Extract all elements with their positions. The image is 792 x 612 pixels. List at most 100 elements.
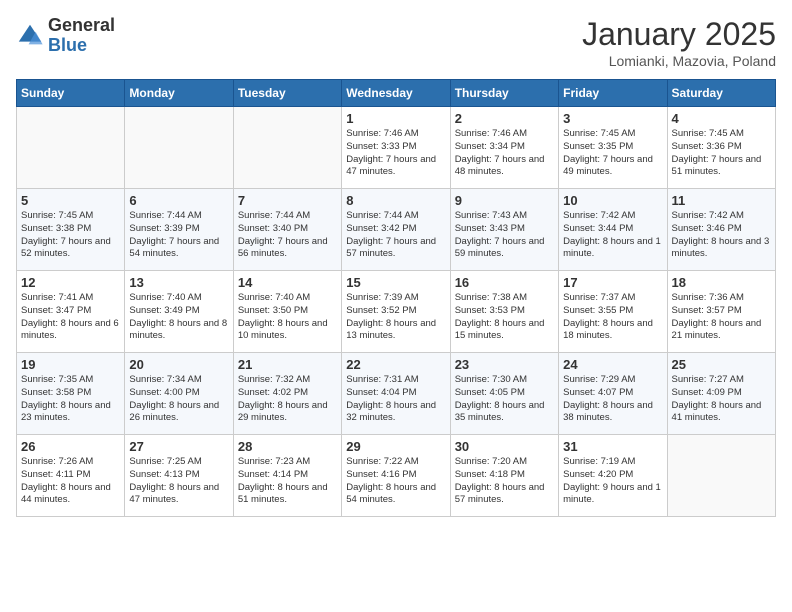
location: Lomianki, Mazovia, Poland [582, 53, 776, 69]
day-number: 27 [129, 439, 228, 454]
weekday-header-cell: Thursday [450, 80, 558, 107]
day-number: 22 [346, 357, 445, 372]
cell-info: Sunrise: 7:38 AM Sunset: 3:53 PM Dayligh… [455, 292, 554, 343]
day-number: 5 [21, 193, 120, 208]
calendar-cell: 13 Sunrise: 7:40 AM Sunset: 3:49 PM Dayli… [125, 271, 233, 353]
calendar-cell: 1 Sunrise: 7:46 AM Sunset: 3:33 PM Daylig… [342, 107, 450, 189]
calendar-cell: 19Sunrise: 7:35 AM Sunset: 3:58 PM Dayli… [17, 353, 125, 435]
weekday-header-cell: Saturday [667, 80, 775, 107]
cell-info: Sunrise: 7:42 AM Sunset: 3:44 PM Dayligh… [563, 210, 662, 261]
title-block: January 2025 Lomianki, Mazovia, Poland [582, 16, 776, 69]
logo-text: General Blue [48, 16, 115, 56]
weekday-header-cell: Sunday [17, 80, 125, 107]
calendar-cell: 24 Sunrise: 7:29 AM Sunset: 4:07 PM Dayli… [559, 353, 667, 435]
calendar-cell: 31 Sunrise: 7:19 AM Sunset: 4:20 PM Dayli… [559, 435, 667, 517]
cell-info: Sunrise: 7:44 AM Sunset: 3:39 PM Dayligh… [129, 210, 228, 261]
cell-info: Sunrise: 7:44 AM Sunset: 3:42 PM Dayligh… [346, 210, 445, 261]
day-number: 20 [129, 357, 228, 372]
cell-info: Sunrise: 7:44 AM Sunset: 3:40 PM Dayligh… [238, 210, 337, 261]
calendar-cell: 16 Sunrise: 7:38 AM Sunset: 3:53 PM Dayli… [450, 271, 558, 353]
cell-info: Sunrise: 7:42 AM Sunset: 3:46 PM Dayligh… [672, 210, 771, 261]
day-number: 15 [346, 275, 445, 290]
calendar-cell: 14 Sunrise: 7:40 AM Sunset: 3:50 PM Dayli… [233, 271, 341, 353]
day-number: 28 [238, 439, 337, 454]
calendar-cell [125, 107, 233, 189]
weekday-header-cell: Wednesday [342, 80, 450, 107]
day-number: 16 [455, 275, 554, 290]
day-number: 8 [346, 193, 445, 208]
day-number: 19 [21, 357, 120, 372]
day-number: 25 [672, 357, 771, 372]
cell-info: Sunrise: 7:32 AM Sunset: 4:02 PM Dayligh… [238, 374, 337, 425]
cell-info: Sunrise: 7:40 AM Sunset: 3:50 PM Dayligh… [238, 292, 337, 343]
calendar-table: SundayMondayTuesdayWednesdayThursdayFrid… [16, 79, 776, 517]
calendar-cell: 29Sunrise: 7:22 AM Sunset: 4:16 PM Dayli… [342, 435, 450, 517]
page-header: General Blue January 2025 Lomianki, Mazo… [16, 16, 776, 69]
cell-info: Sunrise: 7:43 AM Sunset: 3:43 PM Dayligh… [455, 210, 554, 261]
cell-info: Sunrise: 7:22 AM Sunset: 4:16 PM Dayligh… [346, 456, 445, 507]
cell-info: Sunrise: 7:23 AM Sunset: 4:14 PM Dayligh… [238, 456, 337, 507]
day-number: 13 [129, 275, 228, 290]
cell-info: Sunrise: 7:36 AM Sunset: 3:57 PM Dayligh… [672, 292, 771, 343]
day-number: 31 [563, 439, 662, 454]
day-number: 12 [21, 275, 120, 290]
day-number: 2 [455, 111, 554, 126]
calendar-cell: 22Sunrise: 7:31 AM Sunset: 4:04 PM Dayli… [342, 353, 450, 435]
cell-info: Sunrise: 7:19 AM Sunset: 4:20 PM Dayligh… [563, 456, 662, 507]
cell-info: Sunrise: 7:39 AM Sunset: 3:52 PM Dayligh… [346, 292, 445, 343]
weekday-header-cell: Friday [559, 80, 667, 107]
day-number: 4 [672, 111, 771, 126]
day-number: 14 [238, 275, 337, 290]
calendar-cell: 11 Sunrise: 7:42 AM Sunset: 3:46 PM Dayli… [667, 189, 775, 271]
day-number: 24 [563, 357, 662, 372]
day-number: 9 [455, 193, 554, 208]
cell-info: Sunrise: 7:30 AM Sunset: 4:05 PM Dayligh… [455, 374, 554, 425]
weekday-header-cell: Tuesday [233, 80, 341, 107]
cell-info: Sunrise: 7:26 AM Sunset: 4:11 PM Dayligh… [21, 456, 120, 507]
cell-info: Sunrise: 7:46 AM Sunset: 3:33 PM Dayligh… [346, 128, 445, 179]
calendar-cell [667, 435, 775, 517]
day-number: 21 [238, 357, 337, 372]
logo-icon [16, 22, 44, 50]
calendar-cell: 17Sunrise: 7:37 AM Sunset: 3:55 PM Dayli… [559, 271, 667, 353]
day-number: 6 [129, 193, 228, 208]
calendar-cell: 28 Sunrise: 7:23 AM Sunset: 4:14 PM Dayli… [233, 435, 341, 517]
cell-info: Sunrise: 7:40 AM Sunset: 3:49 PM Dayligh… [129, 292, 228, 343]
day-number: 1 [346, 111, 445, 126]
calendar-cell: 15 Sunrise: 7:39 AM Sunset: 3:52 PM Dayli… [342, 271, 450, 353]
calendar-cell: 27Sunrise: 7:25 AM Sunset: 4:13 PM Dayli… [125, 435, 233, 517]
calendar-cell: 4Sunrise: 7:45 AM Sunset: 3:36 PM Daylig… [667, 107, 775, 189]
calendar-cell [17, 107, 125, 189]
calendar-cell: 8 Sunrise: 7:44 AM Sunset: 3:42 PM Daylig… [342, 189, 450, 271]
weekday-header-cell: Monday [125, 80, 233, 107]
calendar-cell: 30 Sunrise: 7:20 AM Sunset: 4:18 PM Dayli… [450, 435, 558, 517]
cell-info: Sunrise: 7:41 AM Sunset: 3:47 PM Dayligh… [21, 292, 120, 343]
calendar-cell [233, 107, 341, 189]
calendar-row: 1 Sunrise: 7:46 AM Sunset: 3:33 PM Daylig… [17, 107, 776, 189]
calendar-cell: 10 Sunrise: 7:42 AM Sunset: 3:44 PM Dayli… [559, 189, 667, 271]
calendar-cell: 25 Sunrise: 7:27 AM Sunset: 4:09 PM Dayli… [667, 353, 775, 435]
calendar-cell: 9 Sunrise: 7:43 AM Sunset: 3:43 PM Daylig… [450, 189, 558, 271]
day-number: 11 [672, 193, 771, 208]
cell-info: Sunrise: 7:45 AM Sunset: 3:38 PM Dayligh… [21, 210, 120, 261]
day-number: 10 [563, 193, 662, 208]
calendar-cell: 3Sunrise: 7:45 AM Sunset: 3:35 PM Daylig… [559, 107, 667, 189]
calendar-cell: 20Sunrise: 7:34 AM Sunset: 4:00 PM Dayli… [125, 353, 233, 435]
day-number: 30 [455, 439, 554, 454]
cell-info: Sunrise: 7:46 AM Sunset: 3:34 PM Dayligh… [455, 128, 554, 179]
calendar-cell: 18 Sunrise: 7:36 AM Sunset: 3:57 PM Dayli… [667, 271, 775, 353]
day-number: 18 [672, 275, 771, 290]
calendar-cell: 2 Sunrise: 7:46 AM Sunset: 3:34 PM Daylig… [450, 107, 558, 189]
calendar-row: 12 Sunrise: 7:41 AM Sunset: 3:47 PM Dayli… [17, 271, 776, 353]
day-number: 3 [563, 111, 662, 126]
calendar-cell: 6 Sunrise: 7:44 AM Sunset: 3:39 PM Daylig… [125, 189, 233, 271]
day-number: 26 [21, 439, 120, 454]
calendar-cell: 26 Sunrise: 7:26 AM Sunset: 4:11 PM Dayli… [17, 435, 125, 517]
month-title: January 2025 [582, 16, 776, 53]
calendar-cell: 12 Sunrise: 7:41 AM Sunset: 3:47 PM Dayli… [17, 271, 125, 353]
day-number: 7 [238, 193, 337, 208]
cell-info: Sunrise: 7:29 AM Sunset: 4:07 PM Dayligh… [563, 374, 662, 425]
cell-info: Sunrise: 7:27 AM Sunset: 4:09 PM Dayligh… [672, 374, 771, 425]
day-number: 23 [455, 357, 554, 372]
cell-info: Sunrise: 7:20 AM Sunset: 4:18 PM Dayligh… [455, 456, 554, 507]
